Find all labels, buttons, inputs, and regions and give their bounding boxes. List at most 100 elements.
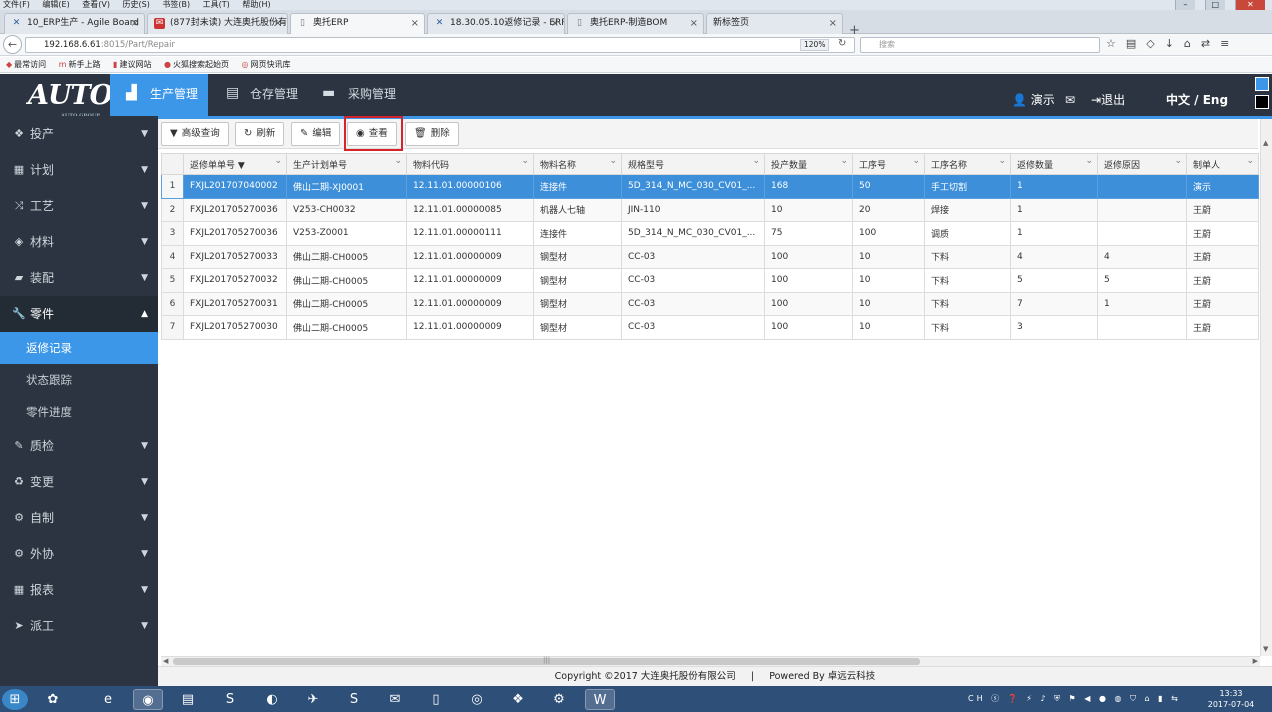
table-cell[interactable]: 10 xyxy=(852,244,925,269)
chevron-down-icon[interactable]: ⌄ xyxy=(1174,156,1182,166)
table-cell[interactable]: 佛山二期-CH0005 xyxy=(286,291,407,316)
table-row[interactable]: 3 FXJL201705270036 V253-Z0001 12.11.01.0… xyxy=(161,221,1259,246)
bookmark-getting-started[interactable]: m 新手上路 xyxy=(59,60,101,69)
table-cell[interactable]: 7 xyxy=(1010,291,1098,316)
sidebar-item-parts[interactable]: 🔧 零件 ▲ xyxy=(0,296,158,332)
sidebar-sub-status-tracking[interactable]: 状态跟踪 xyxy=(0,364,158,396)
table-row[interactable]: 2 FXJL201705270036 V253-CH0032 12.11.01.… xyxy=(161,197,1259,222)
bookmark-firefox-start[interactable]: ● 火狐搜索起始页 xyxy=(164,60,229,69)
table-cell[interactable]: 钢型材 xyxy=(533,268,622,293)
table-cell[interactable]: 王蔚 xyxy=(1186,291,1259,316)
table-cell[interactable]: V253-CH0032 xyxy=(286,197,407,222)
browser-tab-bom[interactable]: ▯ 奥托ERP-制造BOM × xyxy=(567,13,704,34)
table-cell[interactable]: 100 xyxy=(764,315,853,340)
word-icon[interactable]: W xyxy=(585,689,615,710)
sidebar-item-quality[interactable]: ✎ 质检 ▼ xyxy=(0,428,158,464)
table-cell[interactable]: FXJL201705270036 xyxy=(183,197,287,222)
browser-tab-mail[interactable]: ✉ (877封未读) 大连奥托股份有 × xyxy=(147,13,288,34)
skype-icon[interactable]: S xyxy=(215,689,245,710)
theme-swatch-black[interactable] xyxy=(1255,95,1269,109)
file-explorer-icon[interactable]: ▤ xyxy=(173,689,203,710)
table-cell[interactable]: 王蔚 xyxy=(1186,197,1259,222)
auto-logo[interactable]: AUTOAUTO GROUP xyxy=(0,74,113,119)
table-cell[interactable]: 5 xyxy=(1097,268,1187,293)
tools-icon[interactable]: ⚙ xyxy=(544,689,574,710)
table-cell[interactable]: 75 xyxy=(764,221,853,246)
firefox-icon[interactable]: ◉ xyxy=(133,689,163,710)
column-header[interactable]: 返修数量 ⌄ xyxy=(1010,153,1098,175)
tab-close-icon[interactable]: × xyxy=(131,14,139,33)
sidebar-item-outsource[interactable]: ⚙ 外协 ▼ xyxy=(0,536,158,572)
table-cell[interactable] xyxy=(1097,197,1187,222)
zoom-level[interactable]: 120% xyxy=(800,39,830,51)
sidebar-sub-part-progress[interactable]: 零件进度 xyxy=(0,396,158,428)
column-header[interactable]: 制单人 ⌄ xyxy=(1186,153,1259,175)
scroll-left-icon[interactable]: ◀ xyxy=(163,657,168,665)
chat-icon[interactable]: ◐ xyxy=(257,689,287,710)
edit-button[interactable]: ✎ 编辑 xyxy=(291,122,341,146)
module-tab-production[interactable]: ▟ 生产管理 xyxy=(110,74,208,116)
sidebar-item-report[interactable]: ▦ 报表 ▼ xyxy=(0,572,158,608)
chevron-down-icon[interactable]: ⌄ xyxy=(752,156,760,166)
chevron-down-icon[interactable]: ⌄ xyxy=(521,156,529,166)
table-cell[interactable]: 下料 xyxy=(924,291,1011,316)
maximize-button[interactable]: □ xyxy=(1204,0,1225,10)
menu-history[interactable]: 历史(S) xyxy=(123,0,150,9)
menu-tools[interactable]: 工具(T) xyxy=(203,0,230,9)
minimize-button[interactable]: – xyxy=(1175,0,1195,10)
table-cell[interactable]: 钢型材 xyxy=(533,291,622,316)
envelope-icon[interactable]: ✉ xyxy=(1065,74,1075,116)
table-cell[interactable]: 连接件 xyxy=(533,221,622,246)
module-tab-inventory[interactable]: ▤ 仓存管理 xyxy=(210,74,308,116)
delete-button[interactable]: 🗑 删除 xyxy=(405,122,459,146)
sidebar-item-production[interactable]: ❖ 投产 ▼ xyxy=(0,116,158,152)
menu-file[interactable]: 文件(F) xyxy=(3,0,30,9)
table-cell[interactable]: 20 xyxy=(852,197,925,222)
table-cell[interactable]: 手工切割 xyxy=(924,174,1011,199)
reload-icon[interactable]: ↻ xyxy=(838,38,846,49)
table-cell[interactable]: 50 xyxy=(852,174,925,199)
refresh-button[interactable]: ↻ 刷新 xyxy=(235,122,285,146)
horizontal-scrollbar[interactable]: ◀ ||| ▶ xyxy=(161,656,1260,666)
table-cell[interactable]: 机器人七轴 xyxy=(533,197,622,222)
start-button[interactable]: ⊞ xyxy=(2,689,28,710)
sidebar-item-dispatch[interactable]: ➤ 派工 ▼ xyxy=(0,608,158,644)
table-cell[interactable]: 10 xyxy=(764,197,853,222)
messenger-icon[interactable]: ✿ xyxy=(38,689,68,710)
menu-edit[interactable]: 编辑(E) xyxy=(42,0,69,9)
table-cell[interactable]: 下料 xyxy=(924,268,1011,293)
table-row[interactable]: 7 FXJL201705270030 佛山二期-CH0005 12.11.01.… xyxy=(161,315,1259,340)
table-cell[interactable]: 12.11.01.00000009 xyxy=(406,244,534,269)
table-cell[interactable]: 王蔚 xyxy=(1186,221,1259,246)
url-bar[interactable]: 192.168.6.61:8015/Part/Repair xyxy=(25,37,855,53)
table-cell[interactable]: 5D_314_N_MC_030_CV01_... xyxy=(621,174,765,199)
chevron-down-icon[interactable]: ⌄ xyxy=(912,156,920,166)
table-cell[interactable]: 1 xyxy=(1010,197,1098,222)
system-tray[interactable]: CH ⓢ ❓ ⚡ ♪ ⛨ ⚑ ◀ ● ◍ ⛉ ⌂ ▮ ⇆ xyxy=(968,686,1181,712)
table-cell[interactable]: 10 xyxy=(852,315,925,340)
table-cell[interactable]: 12.11.01.00000009 xyxy=(406,315,534,340)
table-cell[interactable]: 王蔚 xyxy=(1186,268,1259,293)
table-cell[interactable]: 焊接 xyxy=(924,197,1011,222)
column-header[interactable]: 物料代码 ⌄ xyxy=(406,153,534,175)
table-cell[interactable]: 佛山二期-CH0005 xyxy=(286,244,407,269)
table-cell[interactable]: 王蔚 xyxy=(1186,244,1259,269)
tab-close-icon[interactable]: × xyxy=(274,14,282,33)
bookmark-suggested[interactable]: ▮ 建议网站 xyxy=(113,60,151,69)
sidebar-item-plan[interactable]: ▦ 计划 ▼ xyxy=(0,152,158,188)
table-cell[interactable]: CC-03 xyxy=(621,315,765,340)
browser-tab-erp[interactable]: ▯ 奥托ERP × xyxy=(290,13,425,34)
app-icon[interactable]: ❖ xyxy=(503,689,533,710)
table-row[interactable]: 6 FXJL201705270031 佛山二期-CH0005 12.11.01.… xyxy=(161,291,1259,316)
chevron-down-icon[interactable]: ⌄ xyxy=(998,156,1006,166)
column-header[interactable]: 返修单单号 ▼ ⌄ xyxy=(183,153,287,175)
table-cell[interactable]: 佛山二期-XJ0001 xyxy=(286,174,407,199)
table-cell[interactable]: FXJL201705270032 xyxy=(183,268,287,293)
table-cell[interactable]: 演示 xyxy=(1186,174,1259,199)
chevron-down-icon[interactable]: ⌄ xyxy=(840,156,848,166)
tab-close-icon[interactable]: × xyxy=(551,14,559,33)
scroll-down-icon[interactable]: ▼ xyxy=(1263,645,1268,653)
table-cell[interactable]: CC-03 xyxy=(621,244,765,269)
advanced-search-button[interactable]: ▼ 高级查询 xyxy=(161,122,229,146)
table-cell[interactable]: 佛山二期-CH0005 xyxy=(286,315,407,340)
